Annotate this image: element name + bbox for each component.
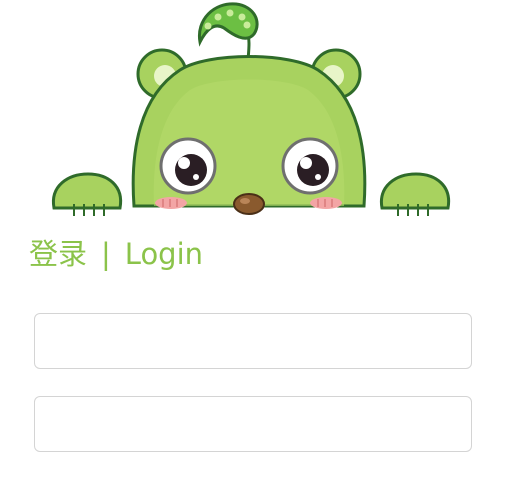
login-heading: 登录 | Login — [29, 234, 203, 274]
eye-left-icon — [159, 137, 217, 195]
cheek-right-icon — [310, 197, 342, 209]
password-input[interactable] — [34, 396, 472, 452]
login-title-cn: 登录 — [29, 237, 88, 271]
eye-right-icon — [281, 137, 339, 195]
cheek-left-icon — [155, 197, 187, 209]
username-input[interactable] — [34, 313, 472, 369]
paw-left-icon — [51, 172, 123, 216]
title-separator: | — [101, 237, 111, 271]
paw-right-icon — [379, 172, 451, 216]
login-title-en: Login — [124, 237, 204, 271]
nose-icon — [233, 193, 265, 215]
mascot-icon — [0, 2, 508, 220]
sprout-icon — [197, 2, 259, 61]
